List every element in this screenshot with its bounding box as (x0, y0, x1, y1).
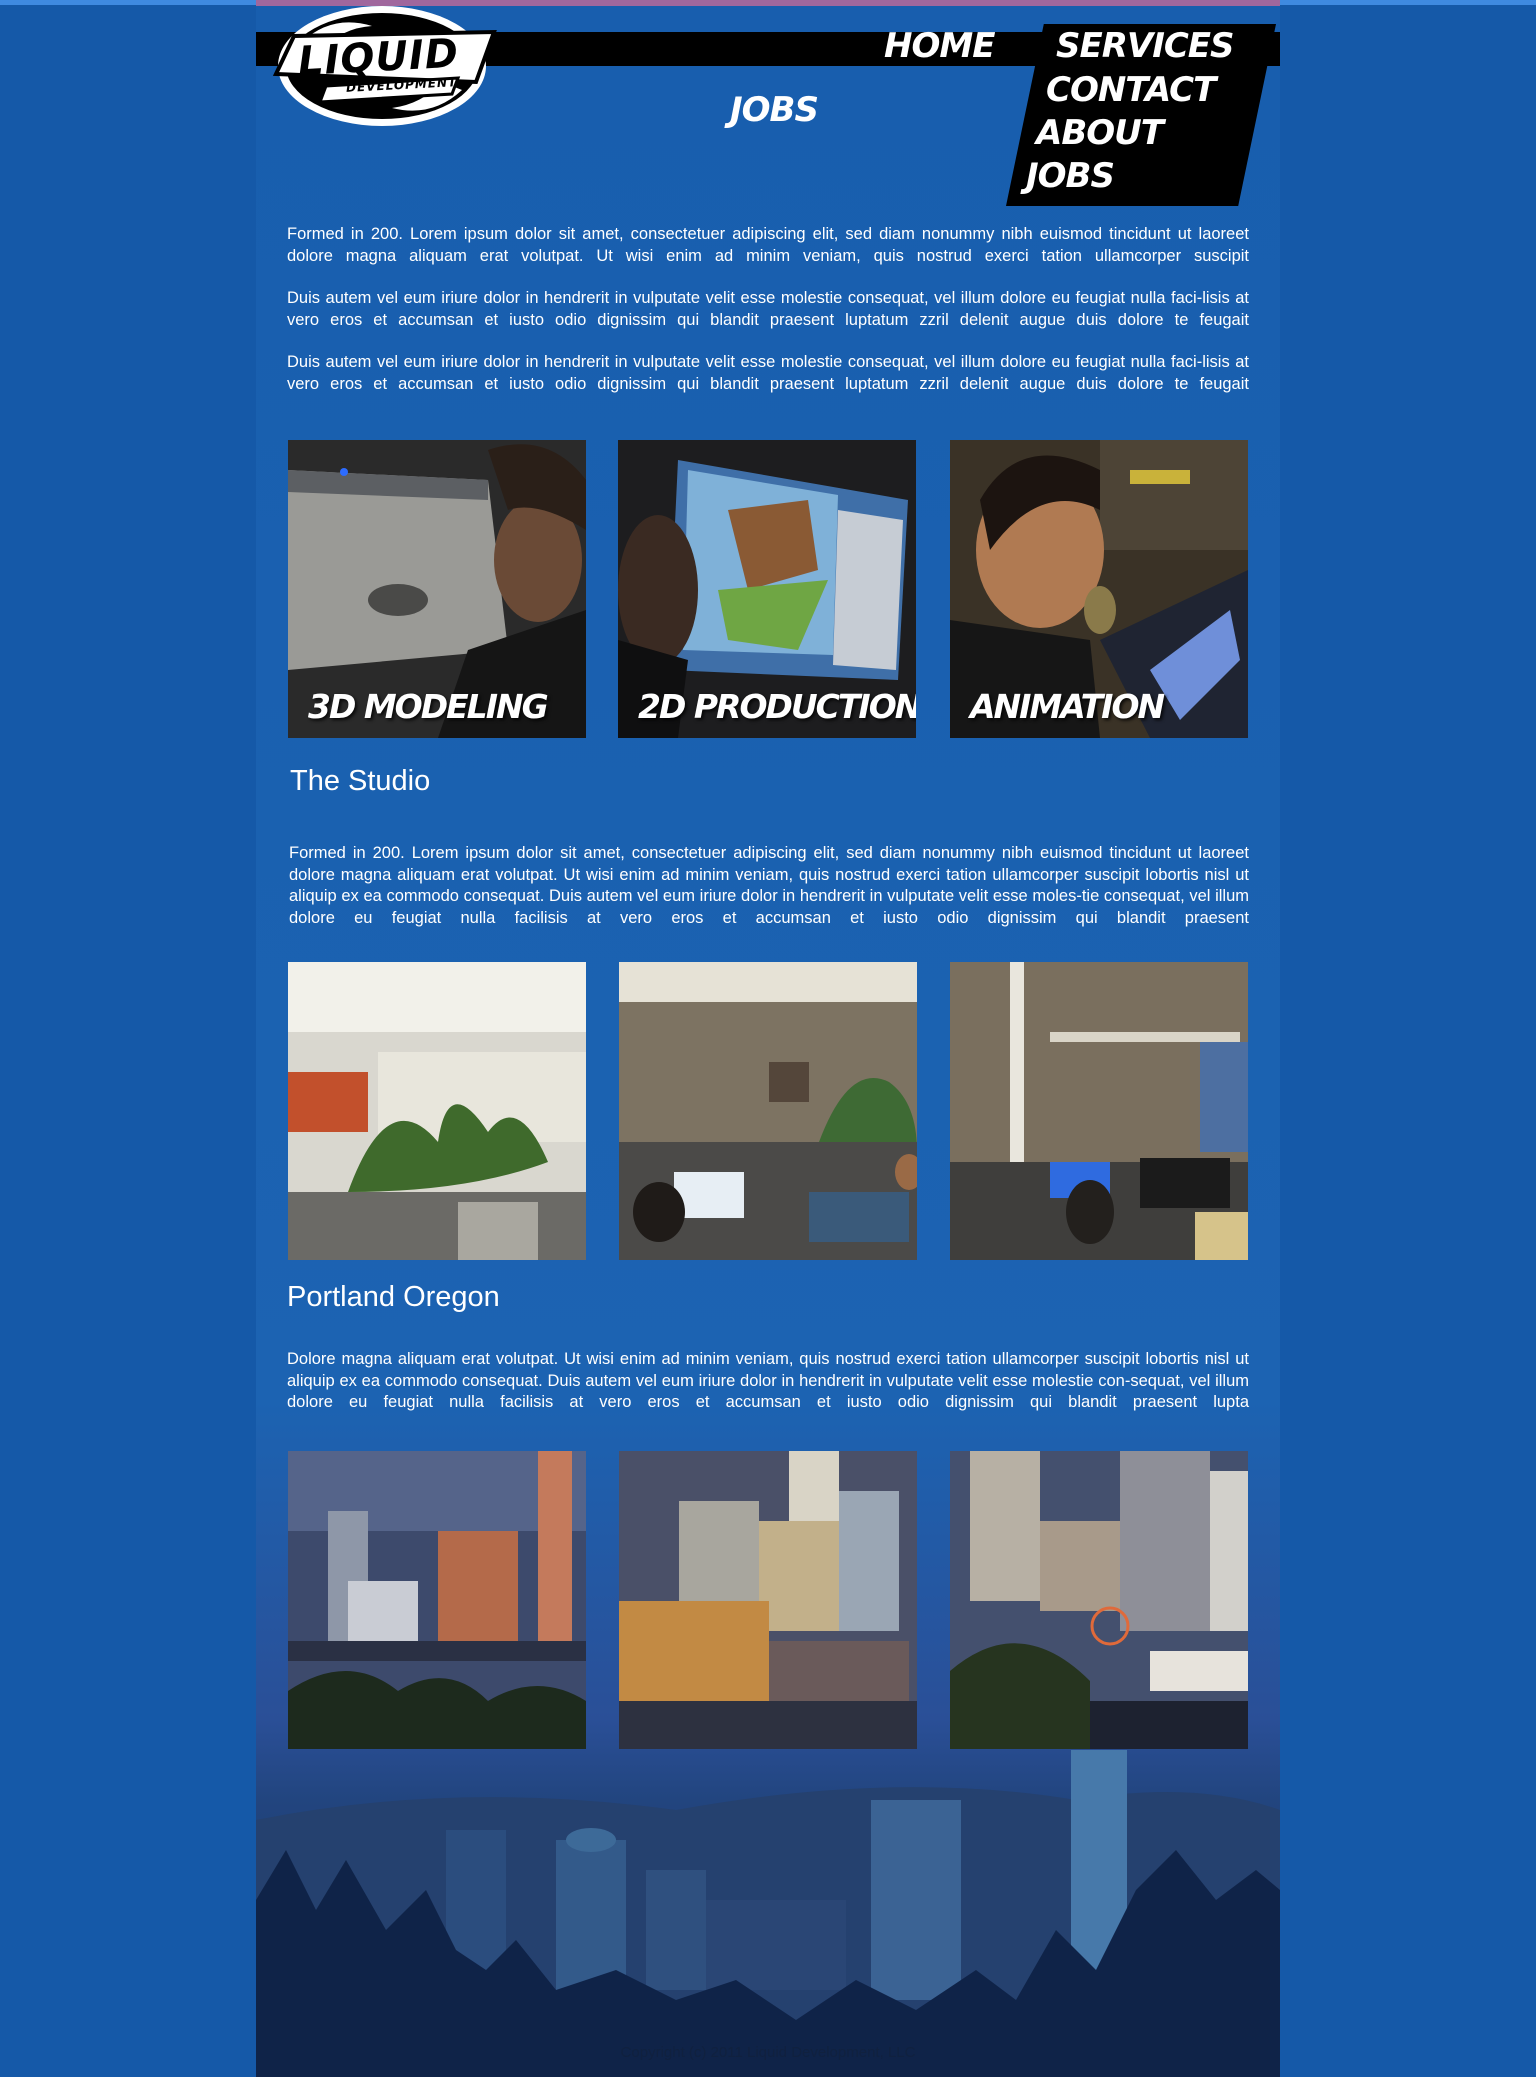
studio-text: Formed in 200. Lorem ipsum dolor sit ame… (289, 844, 1249, 927)
city-skyline-dusk-photo-icon (288, 1451, 586, 1749)
service-tile-3d-modeling[interactable]: 3D MODELING (288, 440, 586, 738)
downtown-buildings-photo-icon (619, 1451, 917, 1749)
studio-photo-2 (619, 962, 917, 1260)
city-skyline-background-icon (256, 1750, 1280, 2077)
nav-contact-link[interactable]: CONTACT (1046, 70, 1216, 110)
footer-copyright: Copyright (c) 2011 Liquid Development, L… (620, 2044, 916, 2061)
office-cubicles-photo-icon (619, 962, 917, 1260)
office-plant-photo-icon (288, 962, 586, 1260)
office-workstations-photo-icon (950, 962, 1248, 1260)
service-label: 3D MODELING (308, 687, 549, 726)
intro-paragraph-1: Formed in 200. Lorem ipsum dolor sit ame… (287, 225, 1249, 265)
service-tile-2d-production[interactable]: 2D PRODUCTION (618, 440, 916, 738)
waterfront-ferris-wheel-photo-icon (950, 1451, 1248, 1749)
page-container: LIQUID DEVELOPMENT HOME SERVICES CONTACT… (256, 0, 1280, 2077)
nav-home-link[interactable]: HOME (884, 26, 995, 66)
nav-about-link[interactable]: ABOUT (1036, 113, 1164, 153)
service-tile-animation[interactable]: ANIMATION (950, 440, 1248, 738)
intro-paragraph-3: Duis autem vel eum iriure dolor in hendr… (287, 353, 1249, 393)
nav-jobs-link[interactable]: JOBS (1026, 156, 1115, 196)
portland-photo-1 (288, 1451, 586, 1749)
current-page-title: JOBS (730, 90, 819, 130)
nav-services-link[interactable]: SERVICES (1056, 26, 1235, 66)
portland-photo-3 (950, 1451, 1248, 1749)
portland-heading: Portland Oregon (287, 1281, 500, 1313)
service-label: 2D PRODUCTION (638, 687, 916, 726)
service-label: ANIMATION (970, 687, 1165, 726)
studio-photo-3 (950, 962, 1248, 1260)
portland-photo-2 (619, 1451, 917, 1749)
liquid-development-logo[interactable]: LIQUID DEVELOPMENT (262, 4, 502, 134)
portland-text: Dolore magna aliquam erat volutpat. Ut w… (287, 1350, 1249, 1411)
studio-photo-1 (288, 962, 586, 1260)
intro-paragraph-2: Duis autem vel eum iriure dolor in hendr… (287, 289, 1249, 329)
intro-text: Formed in 200. Lorem ipsum dolor sit ame… (287, 224, 1249, 395)
studio-heading: The Studio (290, 765, 431, 797)
